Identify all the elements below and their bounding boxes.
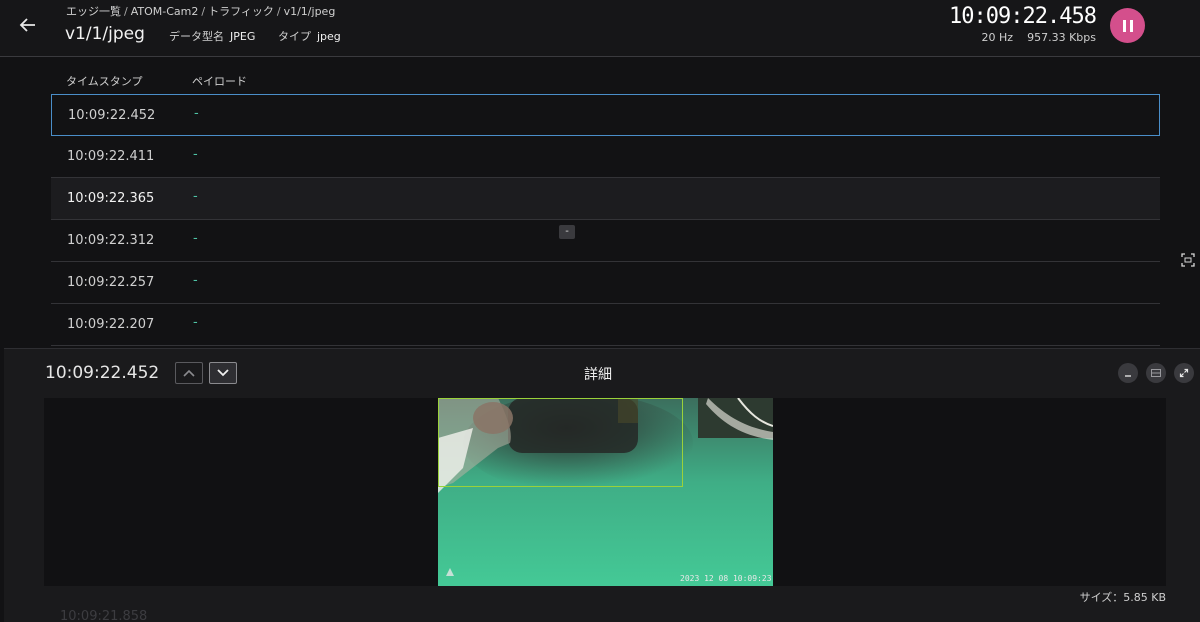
- table-row[interactable]: 10:09:22.411 -: [51, 136, 1160, 178]
- breadcrumb-item-edges[interactable]: エッジ一覧: [66, 5, 121, 18]
- table-row[interactable]: 10:09:22.452 -: [51, 94, 1160, 136]
- pause-button[interactable]: [1110, 8, 1145, 43]
- payload-size: サイズ：5.85 KB: [1079, 591, 1166, 604]
- row-payload: -: [193, 147, 198, 162]
- table-header: タイムスタンプ ペイロード: [52, 70, 1159, 90]
- screenshot-button[interactable]: [1180, 252, 1196, 268]
- chevron-up-icon: [183, 369, 195, 377]
- datatype-label: データ型名: [169, 30, 224, 43]
- live-clock: 10:09:22.458: [949, 4, 1097, 29]
- table-row[interactable]: 10:09:22.365 -: [51, 178, 1160, 220]
- expand-icon: [1179, 368, 1189, 378]
- rate-stats: 20 Hz 957.33 Kbps: [982, 31, 1096, 44]
- row-timestamp: 10:09:22.411: [67, 149, 155, 164]
- table-row[interactable]: 10:09:22.257 -: [51, 262, 1160, 304]
- column-header-payload[interactable]: ペイロード: [192, 73, 247, 89]
- column-header-timestamp[interactable]: タイムスタンプ: [66, 73, 142, 89]
- minimize-button[interactable]: [1118, 363, 1138, 383]
- breadcrumb-item-topic: v1/1/jpeg: [283, 5, 336, 18]
- camera-frame-image: 2023 12 08 10:09:23: [438, 398, 773, 586]
- type-value: jpeg: [317, 30, 341, 43]
- obscured-table-row: 10:09:21.858: [60, 609, 148, 622]
- message-table: 10:09:22.452 - 10:09:22.411 - 10:09:22.3…: [51, 94, 1160, 346]
- arrow-left-icon: [19, 18, 35, 32]
- detail-panel: 詳細 10:09:22.452 2023 12 08 10:09:23 サイズ：…: [4, 348, 1200, 622]
- row-timestamp: 10:09:22.452: [68, 108, 156, 123]
- minimize-icon: [1125, 375, 1131, 377]
- breadcrumb-item-device[interactable]: ATOM-Cam2: [131, 5, 199, 18]
- row-timestamp: 10:09:22.365: [67, 191, 155, 206]
- image-viewer: 2023 12 08 10:09:23: [44, 398, 1166, 586]
- datatype-info: データ型名 JPEG: [169, 28, 255, 44]
- screenshot-icon: [1181, 253, 1195, 267]
- restore-button[interactable]: [1146, 363, 1166, 383]
- next-message-button[interactable]: [209, 362, 237, 384]
- page-title: v1/1/jpeg: [65, 24, 145, 44]
- table-row[interactable]: 10:09:22.207 -: [51, 304, 1160, 346]
- breadcrumb-separator: /: [124, 5, 128, 18]
- tooltip-chip: -: [559, 225, 575, 239]
- row-timestamp: 10:09:22.312: [67, 233, 155, 248]
- rate-hz: 20 Hz: [981, 31, 1014, 44]
- row-payload: -: [193, 189, 198, 204]
- row-timestamp: 10:09:22.207: [67, 317, 155, 332]
- breadcrumb-separator: /: [276, 5, 281, 18]
- image-timestamp-overlay: 2023 12 08 10:09:23: [680, 574, 772, 583]
- row-payload: -: [193, 231, 198, 246]
- pause-icon: [1121, 19, 1135, 32]
- previous-message-button[interactable]: [175, 362, 203, 384]
- breadcrumb-item-traffic[interactable]: トラフィック: [208, 5, 274, 18]
- top-bar: エッジ一覧 / ATOM-Cam2/トラフィック / v1/1/jpeg v1/1/jp…: [0, 0, 1200, 57]
- type-label: タイプ: [278, 30, 311, 43]
- datatype-value: JPEG: [230, 30, 256, 43]
- row-payload: -: [194, 106, 199, 121]
- row-payload: -: [193, 315, 198, 330]
- table-row[interactable]: 10:09:22.312 -: [51, 220, 1160, 262]
- back-button[interactable]: [14, 11, 42, 39]
- breadcrumb: エッジ一覧 / ATOM-Cam2/トラフィック / v1/1/jpeg: [66, 3, 335, 19]
- row-payload: -: [193, 273, 198, 288]
- chevron-down-icon: [217, 369, 229, 377]
- expand-button[interactable]: [1174, 363, 1194, 383]
- type-info: タイプ jpeg: [278, 28, 341, 44]
- rate-kbps: 957.33 Kbps: [1027, 31, 1096, 44]
- detail-timestamp: 10:09:22.452: [45, 363, 160, 383]
- breadcrumb-separator: /: [201, 5, 206, 18]
- row-timestamp: 10:09:22.257: [67, 275, 155, 290]
- restore-icon: [1151, 369, 1161, 377]
